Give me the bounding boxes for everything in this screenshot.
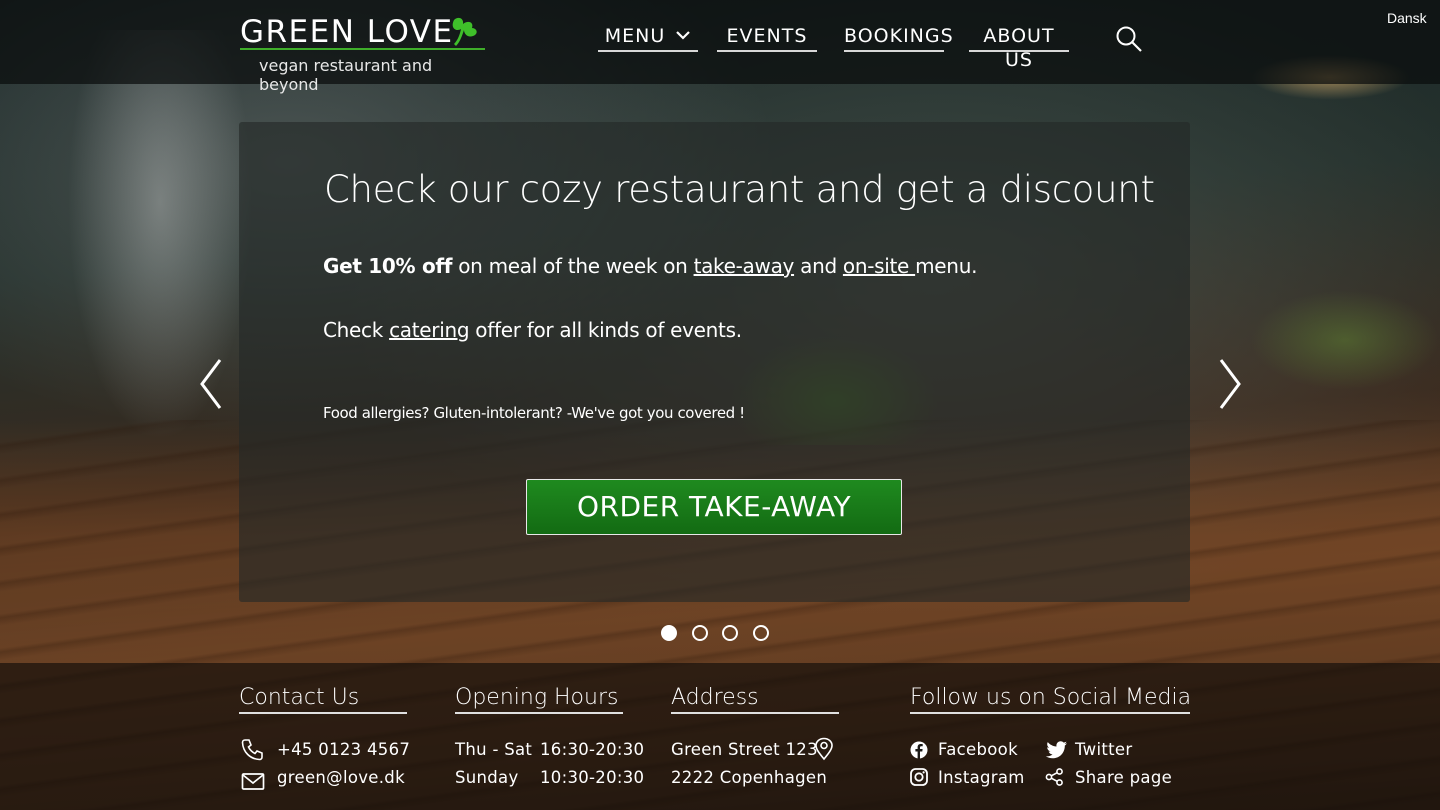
logo-subtitle: vegan restaurant and beyond bbox=[259, 56, 433, 94]
share-page-link[interactable]: Share page bbox=[1075, 768, 1172, 787]
nav-events-label: EVENTS bbox=[726, 25, 808, 47]
hero-discount-line: Get 10% off on meal of the week on take-… bbox=[323, 254, 977, 278]
nav-menu[interactable]: MENU bbox=[598, 24, 698, 52]
social-column: Follow us on Social Media bbox=[910, 685, 1191, 714]
hero-title: Check our cozy restaurant and get a disc… bbox=[324, 168, 1155, 211]
nav-about-us-label: ABOUT US bbox=[983, 25, 1055, 71]
phone-icon bbox=[241, 739, 263, 761]
hours-days: Thu - Sat bbox=[455, 740, 533, 759]
nav-events[interactable]: EVENTS bbox=[717, 24, 817, 52]
nav-menu-label: MENU bbox=[604, 25, 666, 47]
logo-title: GREEN LOVE bbox=[240, 14, 454, 50]
location-pin-icon[interactable] bbox=[813, 737, 835, 761]
address-street: Green Street 123 bbox=[671, 740, 818, 759]
twitter-link[interactable]: Twitter bbox=[1075, 740, 1132, 759]
carousel-dot-4[interactable] bbox=[753, 625, 769, 641]
logo[interactable]: GREEN LOVE vegan restaurant and beyond bbox=[240, 12, 485, 94]
chevron-down-icon bbox=[676, 31, 691, 40]
address-column: Address bbox=[671, 685, 839, 714]
hero-text: Check bbox=[323, 318, 390, 342]
phone-number[interactable]: +45 0123 4567 bbox=[277, 740, 410, 759]
carousel-dot-2[interactable] bbox=[692, 625, 708, 641]
twitter-icon bbox=[1045, 741, 1067, 759]
hours-heading: Opening Hours bbox=[455, 685, 623, 714]
contact-column: Contact Us bbox=[239, 685, 407, 714]
background-chef bbox=[60, 30, 260, 460]
carousel-dot-3[interactable] bbox=[722, 625, 738, 641]
carousel-dot-1[interactable] bbox=[661, 625, 677, 641]
email-link[interactable]: green@love.dk bbox=[277, 768, 405, 787]
hours-days: Sunday bbox=[455, 768, 519, 787]
hero-text: on meal of the week on bbox=[452, 254, 694, 278]
hero-text: and bbox=[794, 254, 843, 278]
take-away-link[interactable]: take-away bbox=[694, 254, 795, 278]
hours-time: 16:30-20:30 bbox=[540, 740, 645, 759]
nav-bookings-label: BOOKINGS bbox=[844, 25, 954, 47]
address-city: 2222 Copenhagen bbox=[671, 768, 828, 787]
leaf-icon bbox=[452, 17, 477, 46]
chevron-right-icon[interactable] bbox=[1215, 356, 1245, 412]
background-herbs-right bbox=[1250, 290, 1440, 390]
contact-heading: Contact Us bbox=[239, 685, 407, 714]
order-take-away-button[interactable]: ORDER TAKE-AWAY bbox=[526, 479, 902, 535]
hero-discount-bold: Get 10% off bbox=[323, 254, 453, 278]
facebook-icon bbox=[910, 741, 928, 759]
carousel-dots bbox=[661, 625, 771, 643]
mail-icon bbox=[241, 773, 265, 790]
logo-underline bbox=[240, 48, 485, 50]
on-site-link[interactable]: on-site bbox=[843, 254, 915, 278]
hero-allergy-note: Food allergies? Gluten-intolerant? -We'v… bbox=[323, 404, 745, 422]
nav-bookings[interactable]: BOOKINGS bbox=[844, 24, 953, 52]
social-heading: Follow us on Social Media bbox=[910, 685, 1191, 714]
hours-column: Opening Hours bbox=[455, 685, 623, 714]
search-icon[interactable] bbox=[1115, 25, 1143, 53]
facebook-link[interactable]: Facebook bbox=[938, 740, 1018, 759]
language-switch[interactable]: Dansk bbox=[1387, 10, 1427, 26]
chevron-left-icon[interactable] bbox=[196, 356, 226, 412]
catering-link[interactable]: catering bbox=[389, 318, 469, 342]
hero-text: menu. bbox=[915, 254, 978, 278]
hero-text: offer for all kinds of events. bbox=[469, 318, 742, 342]
hours-time: 10:30-20:30 bbox=[540, 768, 645, 787]
nav-about-us[interactable]: ABOUT US bbox=[969, 24, 1069, 71]
instagram-link[interactable]: Instagram bbox=[938, 768, 1025, 787]
share-icon bbox=[1045, 768, 1063, 786]
address-heading: Address bbox=[671, 685, 839, 714]
hero-catering-line: Check catering offer for all kinds of ev… bbox=[323, 318, 742, 342]
instagram-icon bbox=[910, 768, 928, 786]
site-header: GREEN LOVE vegan restaurant and beyond M… bbox=[0, 0, 1440, 94]
